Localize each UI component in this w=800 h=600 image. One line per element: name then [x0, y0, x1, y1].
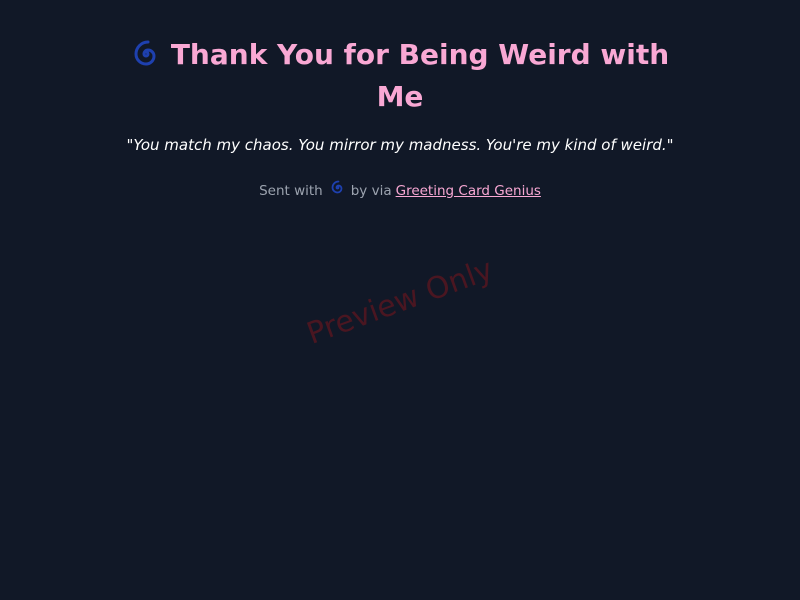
preview-watermark: Preview Only	[302, 252, 498, 352]
card-quote: "You match my chaos. You mirror my madne…	[126, 136, 674, 154]
greeting-card-genius-link[interactable]: Greeting Card Genius	[396, 181, 541, 201]
card-footer: Sent with by via Greeting Card Genius	[259, 180, 541, 201]
card-title: Thank You for Being Weird with Me	[120, 36, 680, 115]
footer-sent-with: Sent with	[259, 182, 323, 199]
cyclone-icon	[330, 180, 345, 201]
footer-by-via: by via	[350, 182, 392, 199]
cyclone-icon	[131, 39, 161, 78]
card-title-text: Thank You for Being Weird with Me	[170, 38, 670, 113]
greeting-card: Thank You for Being Weird with Me "You m…	[0, 0, 800, 201]
